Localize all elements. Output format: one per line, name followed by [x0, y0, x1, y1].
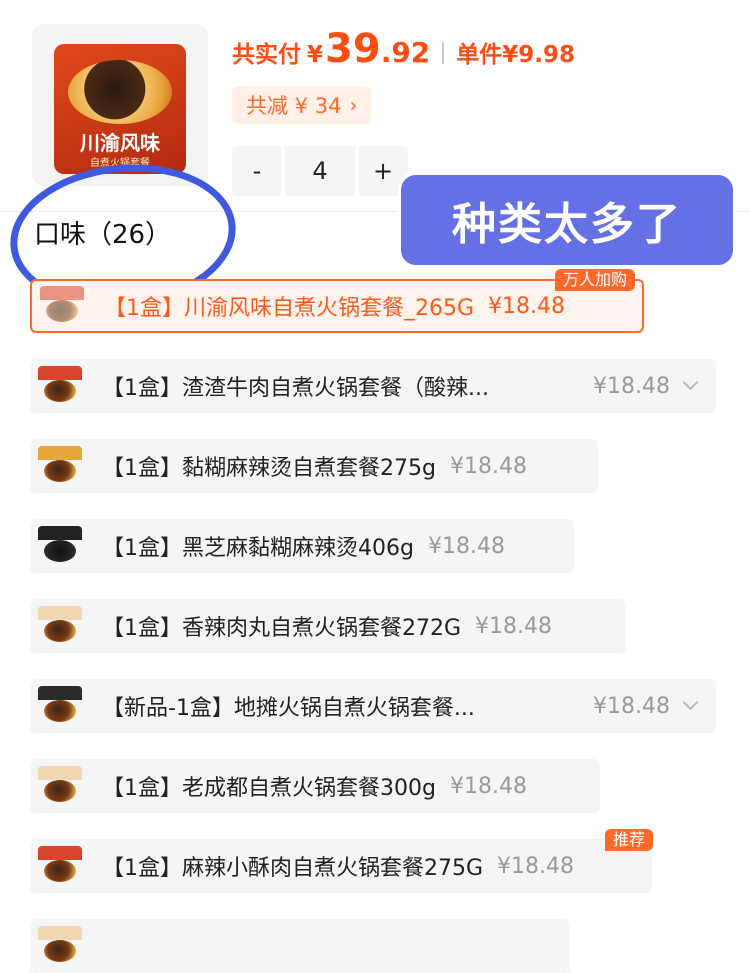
- option-thumbnail: [38, 606, 82, 646]
- total-price-line: 共实付 ¥ 39 .92 单件¥9.98: [232, 26, 575, 80]
- unit-price: 单件¥9.98: [456, 42, 576, 68]
- flavor-option[interactable]: 【新品-1盒】地摊火锅自煮火锅套餐... ¥18.48: [30, 679, 716, 733]
- option-thumbnail: [38, 526, 82, 566]
- option-thumbnail: [38, 686, 82, 726]
- product-thumbnail[interactable]: 川渝风味 自煮火锅套餐: [32, 24, 208, 186]
- option-name: 【1盒】麻辣小酥肉自煮火锅套餐275G: [102, 856, 484, 881]
- option-price: ¥18.48: [449, 453, 527, 479]
- flavor-option[interactable]: 【1盒】渣渣牛肉自煮火锅套餐（酸辣... ¥18.48: [30, 359, 716, 413]
- option-price: ¥18.48: [593, 693, 670, 719]
- flavor-option-selected[interactable]: 【1盒】川渝风味自煮火锅套餐_265G ¥18.48: [30, 279, 644, 333]
- option-price: ¥18.48: [449, 773, 527, 799]
- option-price: ¥18.48: [593, 373, 670, 399]
- option-price: ¥18.48: [427, 533, 505, 559]
- discount-badge[interactable]: 共减 ¥ 34 ›: [232, 86, 372, 124]
- flavor-option[interactable]: 【1盒】老成都自煮火锅套餐300g ¥18.48: [30, 759, 600, 813]
- product-box-image: 川渝风味 自煮火锅套餐: [54, 44, 186, 174]
- currency-symbol: ¥: [307, 42, 324, 68]
- flavor-option[interactable]: 【1盒】麻辣小酥肉自煮火锅套餐275G ¥18.48: [30, 839, 652, 893]
- hotpot-bowl-image: [68, 60, 172, 124]
- chevron-right-icon: ›: [349, 93, 358, 117]
- option-price: ¥18.48: [497, 853, 575, 879]
- flavor-option-partial[interactable]: [30, 919, 570, 973]
- annotation-caption: 种类太多了: [398, 172, 736, 268]
- product-image-title: 川渝风味: [80, 131, 160, 155]
- option-thumbnail: [40, 286, 84, 326]
- option-name: 【新品-1盒】地摊火锅自煮火锅套餐...: [102, 696, 475, 721]
- flavor-option[interactable]: 【1盒】黑芝麻黏糊麻辣烫406g ¥18.48: [30, 519, 574, 573]
- option-name: 【1盒】黑芝麻黏糊麻辣烫406g: [102, 536, 414, 561]
- total-price-integer: 39: [325, 26, 381, 72]
- total-label: 共实付: [232, 42, 301, 68]
- option-thumbnail: [38, 446, 82, 486]
- quantity-stepper[interactable]: - 4 +: [232, 146, 408, 196]
- option-thumbnail: [38, 366, 82, 406]
- total-price-decimal: .92: [380, 36, 431, 69]
- tag-badge: 万人加购: [555, 269, 636, 291]
- option-price: ¥18.48: [475, 613, 553, 639]
- flavor-option[interactable]: 【1盒】香辣肉丸自煮火锅套餐272G ¥18.48: [30, 599, 626, 653]
- price-separator: [442, 42, 445, 64]
- option-thumbnail: [38, 766, 82, 806]
- option-thumbnail: [38, 926, 82, 966]
- quantity-value[interactable]: 4: [285, 146, 355, 196]
- flavor-option[interactable]: 【1盒】黏糊麻辣烫自煮套餐275g ¥18.48: [30, 439, 598, 493]
- chevron-down-icon[interactable]: [682, 694, 699, 711]
- decrease-button[interactable]: -: [232, 146, 282, 196]
- option-name: 【1盒】香辣肉丸自煮火锅套餐272G: [102, 616, 462, 641]
- option-price: ¥18.48: [488, 293, 566, 319]
- option-name: 【1盒】黏糊麻辣烫自煮套餐275g: [102, 456, 436, 481]
- option-thumbnail: [38, 846, 82, 886]
- tag-badge: 推荐: [605, 829, 654, 851]
- chevron-down-icon[interactable]: [682, 374, 699, 391]
- option-name: 【1盒】渣渣牛肉自煮火锅套餐（酸辣...: [102, 376, 489, 401]
- option-name: 【1盒】川渝风味自煮火锅套餐_265G: [104, 296, 475, 321]
- discount-label: 共减 ¥ 34: [246, 94, 342, 118]
- option-name: 【1盒】老成都自煮火锅套餐300g: [102, 776, 436, 801]
